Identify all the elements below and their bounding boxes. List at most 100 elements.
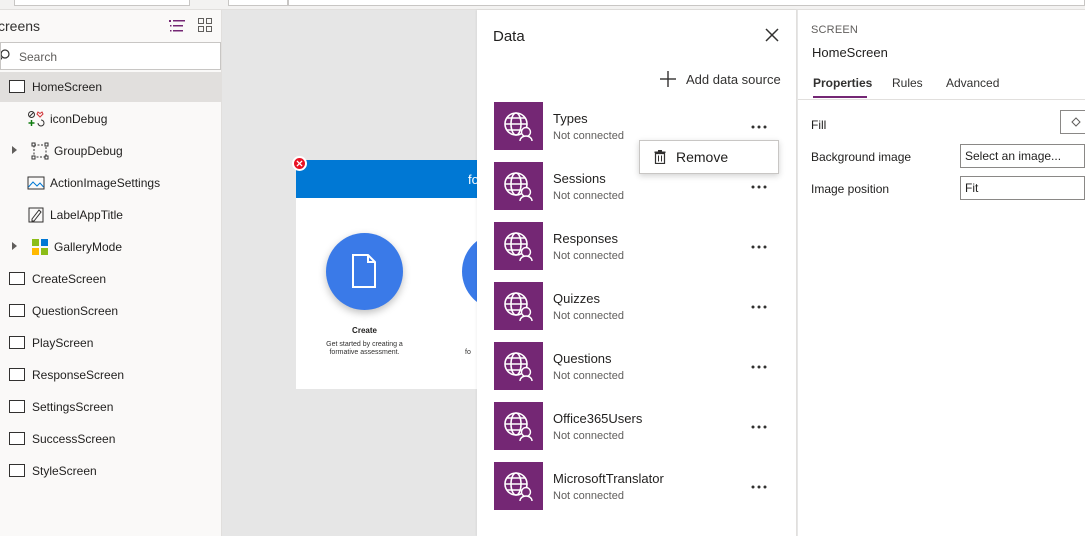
image-position-label: Image position <box>811 182 890 196</box>
tree-item-labelapptitle[interactable]: LabelAppTitle <box>0 200 221 230</box>
tree-item-homescreen[interactable]: HomeScreen <box>0 72 221 102</box>
selection-name[interactable]: HomeScreen <box>812 45 888 60</box>
tab-rules[interactable]: Rules <box>892 76 923 90</box>
background-image-value: Select an image... <box>965 149 1062 163</box>
data-source-name: Sessions <box>553 171 606 186</box>
tree-item-gallerymode[interactable]: GalleryMode <box>0 232 221 262</box>
tree-thumbnail-view-icon[interactable] <box>197 17 213 33</box>
data-pane: Data Add data source Types Not connected <box>477 10 797 536</box>
tree-item-successscreen[interactable]: SuccessScreen <box>0 424 221 454</box>
screen-icon <box>9 80 25 93</box>
data-source-row[interactable]: MicrosoftTranslator Not connected <box>494 462 784 510</box>
second-action-button[interactable] <box>462 233 477 310</box>
data-source-name: Office365Users <box>553 411 643 426</box>
toolbar-field[interactable] <box>14 0 190 6</box>
globe-user-icon <box>504 112 533 142</box>
tab-advanced[interactable]: Advanced <box>946 76 999 90</box>
more-options-icon[interactable] <box>750 418 768 436</box>
connector-tile <box>494 462 543 510</box>
tree-search-box <box>0 42 221 70</box>
close-icon[interactable] <box>764 27 780 43</box>
data-source-status: Not connected <box>553 370 624 382</box>
expand-caret-icon[interactable] <box>12 242 17 250</box>
trash-icon <box>654 150 666 164</box>
delete-badge-icon[interactable] <box>292 156 307 171</box>
more-options-icon[interactable] <box>750 238 768 256</box>
create-button[interactable] <box>326 233 403 310</box>
more-options-icon[interactable] <box>750 178 768 196</box>
fill-color-picker[interactable] <box>1060 110 1085 134</box>
formula-bar[interactable] <box>288 0 1085 6</box>
search-icon <box>1 49 10 61</box>
app-header-title: fo <box>468 172 477 187</box>
app-screen-preview[interactable]: fo Create Get started by creating a form… <box>296 160 477 389</box>
app-header-bar: fo <box>296 160 477 198</box>
expand-caret-icon[interactable] <box>12 146 17 154</box>
remove-menu-item[interactable]: Remove <box>640 141 778 173</box>
paint-bucket-icon <box>1071 117 1081 127</box>
tree-item-groupdebug[interactable]: GroupDebug <box>0 136 221 166</box>
tree-item-label: PlayScreen <box>32 336 94 350</box>
tree-item-label: StyleScreen <box>32 464 97 478</box>
data-source-name: Questions <box>553 351 612 366</box>
document-icon <box>352 254 376 288</box>
tree-view-panel: creens HomeScreen iconDebug <box>0 10 222 536</box>
data-source-row[interactable]: Quizzes Not connected <box>494 282 784 330</box>
tree-list-view-icon[interactable] <box>168 18 186 34</box>
data-source-status: Not connected <box>553 430 624 442</box>
tree-item-createscreen[interactable]: CreateScreen <box>0 264 221 294</box>
tree-item-questionscreen[interactable]: QuestionScreen <box>0 296 221 326</box>
tree-item-settingsscreen[interactable]: SettingsScreen <box>0 392 221 422</box>
tree-item-label: ResponseScreen <box>32 368 125 382</box>
add-data-source-button[interactable]: Add data source <box>658 69 781 89</box>
screen-icon <box>9 368 25 381</box>
connector-tile <box>494 282 543 330</box>
data-source-name: Types <box>553 111 588 126</box>
remove-label: Remove <box>676 149 729 165</box>
screen-icon <box>9 304 25 317</box>
connector-tile <box>494 102 543 150</box>
fill-label: Fill <box>811 118 827 132</box>
tree-item-playscreen[interactable]: PlayScreen <box>0 328 221 358</box>
more-options-icon[interactable] <box>750 478 768 496</box>
tree-item-actionimagesettings[interactable]: ActionImageSettings <box>0 168 221 198</box>
tree-search-input[interactable] <box>19 47 214 67</box>
connector-tile <box>494 402 543 450</box>
tree-item-label: SuccessScreen <box>32 432 116 446</box>
screen-icon <box>9 272 25 285</box>
globe-user-icon <box>504 232 533 262</box>
properties-pane: SCREEN HomeScreen Properties Rules Advan… <box>798 10 1085 536</box>
data-source-status: Not connected <box>553 310 624 322</box>
properties-tabs: Properties Rules Advanced <box>798 72 1085 100</box>
tree-item-label: LabelAppTitle <box>50 208 123 222</box>
globe-user-icon <box>504 352 533 382</box>
tree-item-label: GroupDebug <box>54 144 123 158</box>
data-source-status: Not connected <box>553 190 624 202</box>
data-source-status: Not connected <box>553 130 624 142</box>
globe-user-icon <box>504 412 533 442</box>
tree-item-responsescreen[interactable]: ResponseScreen <box>0 360 221 390</box>
data-source-row[interactable]: Office365Users Not connected <box>494 402 784 450</box>
background-image-dropdown[interactable]: Select an image... <box>960 144 1085 168</box>
second-description: fo <box>465 349 471 356</box>
more-options-icon[interactable] <box>750 358 768 376</box>
more-options-icon[interactable] <box>750 298 768 316</box>
data-source-row[interactable]: Responses Not connected <box>494 222 784 270</box>
image-position-value: Fit <box>965 181 979 195</box>
plus-icon <box>660 71 676 87</box>
tree-view-title: creens <box>0 18 41 34</box>
tree-item-label: iconDebug <box>50 112 108 126</box>
more-options-icon[interactable] <box>750 118 768 136</box>
image-position-dropdown[interactable]: Fit <box>960 176 1085 200</box>
data-pane-title: Data <box>493 28 525 45</box>
connector-tile <box>494 342 543 390</box>
tab-properties[interactable]: Properties <box>813 76 872 90</box>
connector-tile <box>494 162 543 210</box>
toolbar-field[interactable] <box>228 0 288 6</box>
background-image-label: Background image <box>811 150 912 164</box>
data-source-row[interactable]: Questions Not connected <box>494 342 784 390</box>
label-icon <box>28 207 44 223</box>
tree-item-icondebug[interactable]: iconDebug <box>0 104 221 134</box>
tree-item-label: GalleryMode <box>54 240 123 254</box>
tree-item-stylescreen[interactable]: StyleScreen <box>0 456 221 486</box>
